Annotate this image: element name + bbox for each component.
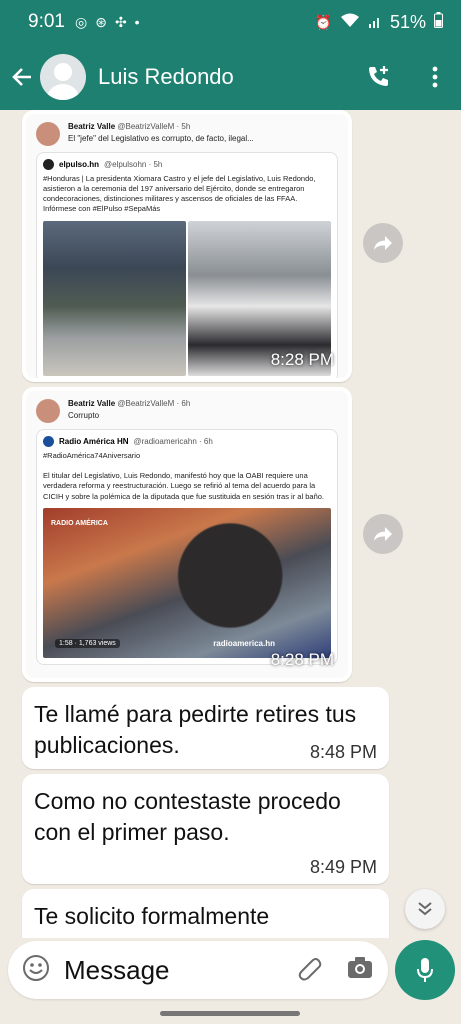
status-bar: 9:01 ◎ ⊛ ✣ • ⏰ 51% [0,0,461,44]
attach-icon[interactable] [296,954,324,987]
battery-icon [434,11,443,33]
video-thumbnail: RADIO AMÉRICA 1:58 · 1,763 views radioam… [43,507,331,658]
tweet-handle: @BeatrizValleM · 6h [117,399,191,408]
message-time: 8:28 PM [270,650,334,669]
message-time: 8:48 PM [309,742,377,762]
status-time: 9:01 [28,11,65,32]
top-bar: 9:01 ◎ ⊛ ✣ • ⏰ 51% Luis Redondo [0,0,461,110]
voice-message-button[interactable] [395,940,455,1000]
tweet-screenshot: Beatriz Valle @BeatrizValleM · 5h El "je… [26,114,348,378]
news-logo-text: RADIO AMÉRICA [51,519,108,527]
quote-author: Radio América HN [59,437,129,446]
text-message[interactable]: Te solicito formalmente [22,889,389,938]
text-message[interactable]: Como no contestaste procedo con el prime… [22,774,389,884]
tweet-screenshot: Beatriz Valle @BeatrizValleM · 6h Corrup… [26,391,348,678]
video-stats: 1:58 · 1,763 views [55,638,120,648]
quote-text: #RadioAmérica74Aniversario El titular de… [43,451,324,501]
photo-ceremony [43,220,186,376]
quote-logo [43,159,54,170]
quote-logo [43,436,54,447]
forward-icon[interactable] [363,223,403,263]
image-message[interactable]: Beatriz Valle @BeatrizValleM · 6h Corrup… [22,387,352,682]
app-bar: Luis Redondo [0,44,461,110]
message-time: 8:28 PM [270,350,334,369]
news-footer-text: radioamerica.hn [213,638,275,648]
camera-icon[interactable] [346,955,374,986]
emoji-icon[interactable] [22,954,50,987]
dot-icon: • [134,14,140,30]
message-input-bar[interactable]: Message [8,941,388,999]
alarm-icon: ⏰ [314,13,332,30]
add-call-icon[interactable] [365,63,393,91]
message-text: Te solicito formalmente [34,903,270,929]
scroll-down-button[interactable] [405,889,445,929]
message-text: Como no contestaste procedo con el prime… [34,788,341,845]
more-options-icon[interactable] [421,63,449,91]
home-gesture-handle[interactable] [160,1011,300,1016]
tweet-handle: @BeatrizValleM · 5h [117,122,191,131]
tweet-avatar [36,399,60,423]
quote-author: elpulso.hn [59,160,99,169]
chat-area[interactable]: Beatriz Valle @BeatrizValleM · 5h El "je… [0,110,461,938]
fan-icon: ✣ [114,13,127,30]
message-time: 8:49 PM [309,857,377,877]
tweet-author: Beatriz Valle [68,399,116,408]
wifi-icon [340,12,360,33]
battery-text: 51% [389,11,426,32]
back-arrow-icon[interactable] [8,63,36,91]
quote-handle: @elpulsohn · 5h [104,160,163,169]
message-input[interactable]: Message [64,955,170,986]
notification-icon: ◎ [74,13,88,30]
forward-icon[interactable] [363,514,403,554]
text-message[interactable]: Te llamé para pedirte retires tus public… [22,687,389,769]
signal-icon [368,12,382,33]
quote-text: #Honduras | La presidenta Xiomara Castro… [43,174,316,214]
quote-handle: @radioamericahn · 6h [133,437,213,446]
tweet-text: Corrupto [68,411,100,420]
quoted-tweet: elpulso.hn @elpulsohn · 5h #Honduras | L… [36,152,338,378]
sync-icon: ⊛ [95,13,107,30]
tweet-avatar [36,122,60,146]
contact-name[interactable]: Luis Redondo [98,64,234,90]
tweet-text: El "jefe" del Legislativo es corrupto, d… [68,134,254,143]
quoted-tweet: Radio América HN @radioamericahn · 6h #R… [36,429,338,665]
tweet-author: Beatriz Valle [68,122,116,131]
avatar[interactable] [40,54,86,100]
image-message[interactable]: Beatriz Valle @BeatrizValleM · 5h El "je… [22,110,352,382]
